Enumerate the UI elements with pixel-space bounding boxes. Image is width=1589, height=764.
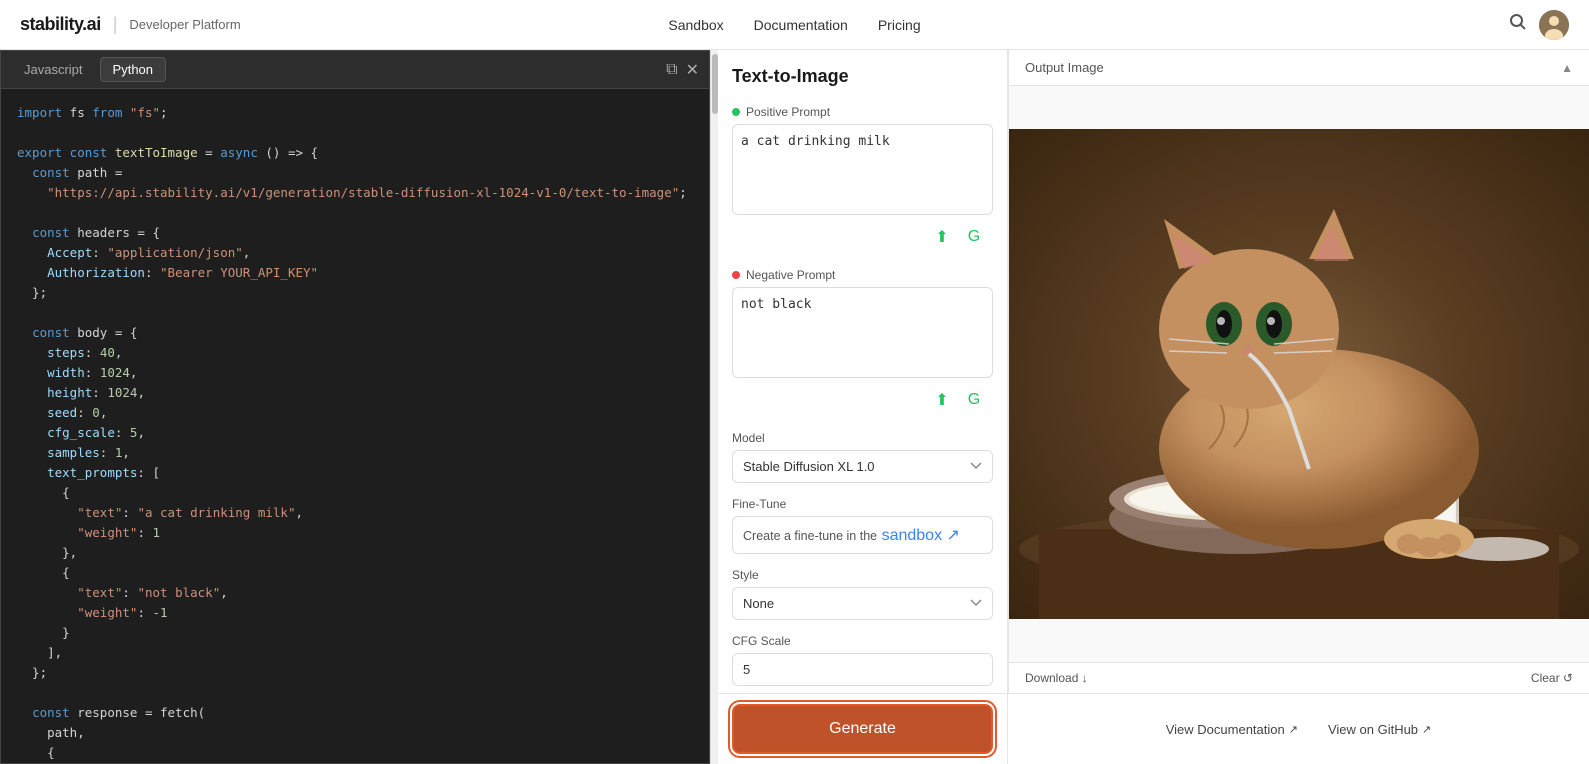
code-panel-actions: ⧉ ✕ [666,60,699,80]
output-footer: Download ↓ Clear ↺ [1009,662,1589,693]
style-select[interactable]: None enhance anime photographic digital-… [732,587,993,620]
scroll-thumb [712,54,718,114]
brand-divider: | [113,14,118,35]
negative-prompt-group: Negative Prompt <span class="text-select… [732,268,993,417]
generate-area: Generate View Documentation ↗ View on Gi… [718,693,1589,764]
model-label: Model [732,431,993,445]
nav-pricing[interactable]: Pricing [878,17,921,33]
output-collapse-btn[interactable]: ▲ [1561,61,1573,75]
cfg-scale-input[interactable] [732,653,993,686]
negative-dot [732,271,740,279]
code-tabs: Javascript Python [11,57,166,82]
fine-tune-text: Create a fine-tune in the [743,529,877,543]
tab-javascript[interactable]: Javascript [11,57,96,82]
positive-dot [732,108,740,116]
avatar[interactable] [1539,10,1569,40]
positive-prompt-group: Positive Prompt a cat drinking milk ⬆ G [732,105,993,254]
nav-documentation[interactable]: Documentation [754,17,848,33]
nav-sandbox[interactable]: Sandbox [668,17,723,33]
form-panel: Text-to-Image Positive Prompt a cat drin… [718,50,1008,693]
code-body: import fs from "fs"; export const textTo… [1,89,709,763]
negative-grammarly-btn[interactable]: ⬆ [929,387,955,413]
view-github-link[interactable]: View on GitHub ↗ [1328,722,1431,737]
output-title: Output Image [1025,60,1104,75]
main-content: Javascript Python ⧉ ✕ import fs from "fs… [0,50,1589,764]
view-github-ext-icon: ↗ [1422,723,1431,736]
fine-tune-group: Fine-Tune Create a fine-tune in the sand… [732,497,993,554]
style-group: Style None enhance anime photographic di… [732,568,993,620]
navbar: stability.ai | Developer Platform Sandbo… [0,0,1589,50]
model-select[interactable]: Stable Diffusion XL 1.0 Stable Diffusion… [732,450,993,483]
code-content: import fs from "fs"; export const textTo… [17,103,693,763]
brand-subtitle: Developer Platform [129,17,240,32]
fine-tune-link[interactable]: sandbox ↗ [882,527,960,544]
copy-code-button[interactable]: ⧉ [666,60,677,80]
bottom-links: View Documentation ↗ View on GitHub ↗ [1008,694,1589,764]
negative-grammar-btn[interactable]: G [961,387,987,413]
positive-grammarly-btn[interactable]: ⬆ [929,224,955,250]
negative-prompt-wrap: <span class="text-selected">not black</s… [732,287,993,417]
nav-center: Sandbox Documentation Pricing [668,17,920,33]
output-panel: Output Image ▲ [1008,50,1589,693]
tab-python[interactable]: Python [100,57,166,82]
negative-prompt-label: Negative Prompt [732,268,993,282]
view-documentation-link[interactable]: View Documentation ↗ [1166,722,1298,737]
positive-prompt-wrap: a cat drinking milk ⬆ G [732,124,993,254]
cfg-scale-group: CFG Scale [732,634,993,686]
brand-name: stability.ai [20,14,101,35]
positive-prompt-icons: ⬆ G [732,220,993,254]
close-code-button[interactable]: ✕ [686,60,699,80]
code-scrollbar[interactable] [710,50,718,764]
output-image [1009,86,1589,662]
style-label: Style [732,568,993,582]
model-group: Model Stable Diffusion XL 1.0 Stable Dif… [732,431,993,483]
fine-tune-label: Fine-Tune [732,497,993,511]
output-image-container [1009,86,1589,662]
positive-prompt-label: Positive Prompt [732,105,993,119]
clear-link[interactable]: Clear ↺ [1531,671,1573,685]
generate-btn-wrap: Generate [718,694,1008,764]
page-title: Text-to-Image [732,66,993,87]
code-panel: Javascript Python ⧉ ✕ import fs from "fs… [0,50,710,764]
search-button[interactable] [1509,13,1527,36]
generate-button[interactable]: Generate [732,704,993,754]
navbar-right [1509,10,1569,40]
output-header: Output Image ▲ [1009,50,1589,86]
brand: stability.ai | Developer Platform [20,14,241,35]
positive-prompt-input[interactable]: a cat drinking milk [732,124,993,215]
negative-prompt-input[interactable]: <span class="text-selected">not black</s… [732,287,993,378]
positive-grammar-btn[interactable]: G [961,224,987,250]
code-panel-header: Javascript Python ⧉ ✕ [1,51,709,89]
negative-prompt-icons: ⬆ G [732,383,993,417]
download-link[interactable]: Download ↓ [1025,671,1088,685]
view-docs-ext-icon: ↗ [1289,723,1298,736]
cfg-scale-label: CFG Scale [732,634,993,648]
